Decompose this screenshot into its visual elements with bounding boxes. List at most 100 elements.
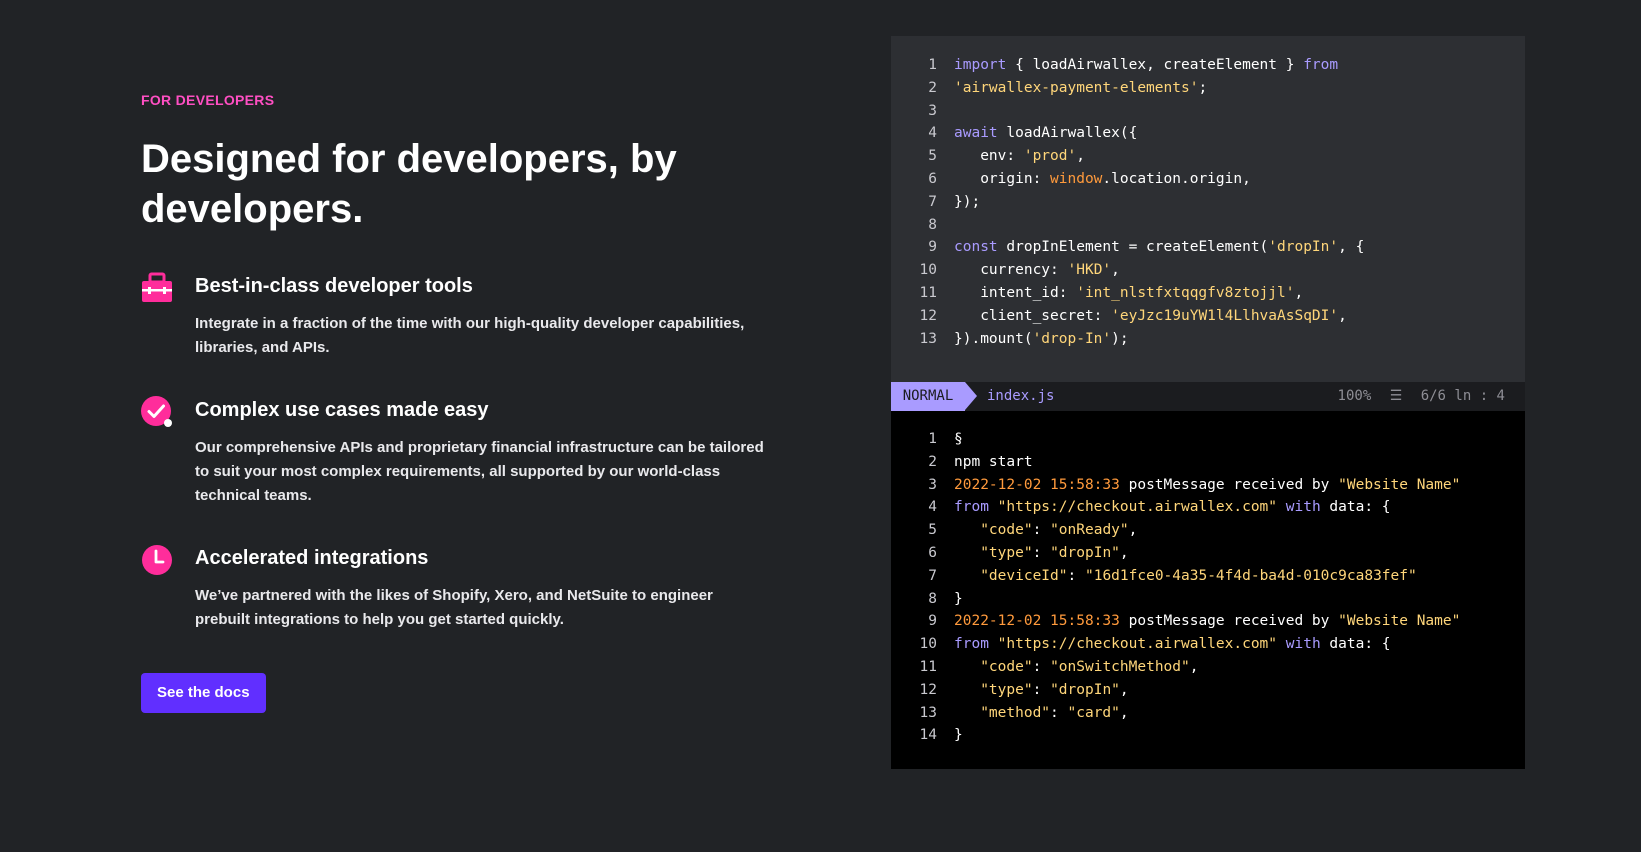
code-token: npm start — [954, 453, 1033, 470]
code-line: 2 'airwallex-payment-elements'; — [891, 77, 1525, 100]
code-token: : — [1032, 681, 1051, 698]
line-number: 10 — [919, 262, 937, 279]
code-token: const — [954, 239, 998, 256]
line-number: 8 — [928, 216, 937, 233]
line-number: 1 — [928, 57, 937, 73]
line-number: 5 — [928, 522, 937, 539]
code-token: with — [1285, 499, 1321, 516]
code-token: "Website Name" — [1338, 613, 1461, 630]
code-line: 9 2022-12-02 15:58:33 postMessage receive… — [891, 610, 1525, 633]
check-circle-icon — [141, 396, 172, 427]
code-line: 12 "type": "dropIn", — [891, 679, 1525, 702]
line-number: 4 — [928, 499, 937, 516]
code-line: 3 2022-12-02 15:58:33 postMessage receive… — [891, 474, 1525, 497]
code-token: , — [1119, 544, 1129, 561]
code-line: 3 — [891, 100, 1525, 123]
code-line: 5 env: 'prod', — [891, 145, 1525, 168]
code-line: 12 client_secret: 'eyJzc19uYW1l4LlhvaAsS… — [891, 305, 1525, 328]
code-token: } — [954, 590, 963, 607]
code-token: "type" — [980, 681, 1033, 698]
feature-title: Best-in-class developer tools — [195, 275, 473, 297]
terminal-pane[interactable]: 1 § 2 npm start 3 2022-12-02 15:58:33 postMes… — [891, 411, 1525, 769]
code-token: "onSwitchMethod" — [1050, 658, 1190, 675]
code-token: : — [1032, 658, 1051, 675]
code-token: , — [1119, 704, 1129, 721]
code-line: 13}).mount('drop-In'); — [891, 328, 1525, 351]
code-token: "deviceId" — [980, 567, 1068, 584]
code-token: "method" — [980, 704, 1051, 721]
line-number: 2 — [928, 79, 937, 96]
code-token: data: { — [1320, 499, 1391, 516]
code-token: dropInElement = createElement( — [997, 239, 1269, 256]
line-number: 7 — [928, 567, 937, 584]
line-number: 3 — [928, 476, 937, 493]
code-token: "https://checkout.airwallex.com" — [997, 499, 1278, 516]
code-line: 4 from "https://checkout.airwallex.com" w… — [891, 496, 1525, 519]
code-token: import — [954, 57, 1007, 73]
code-token: "https://checkout.airwallex.com" — [997, 636, 1278, 653]
code-token: "onReady" — [1050, 522, 1129, 539]
code-token: { loadAirwallex, createElement } — [1006, 57, 1304, 73]
line-number: 6 — [928, 544, 937, 561]
code-token: 'HKD' — [1067, 262, 1112, 279]
code-line: 5 "code": "onReady", — [891, 519, 1525, 542]
code-token: ; — [1198, 79, 1208, 96]
code-token: postMessage received by — [1119, 476, 1339, 493]
code-line: 7 "deviceId": "16d1fce0-4a35-4f4d-ba4d-0… — [891, 565, 1525, 588]
code-token: "code" — [980, 522, 1033, 539]
code-token: 'dropIn' — [1268, 239, 1339, 256]
code-line: 8} — [891, 588, 1525, 611]
code-line: 7}); — [891, 191, 1525, 214]
code-token: , — [1338, 307, 1347, 324]
zoom-level: 100% — [1337, 388, 1372, 404]
code-line: 4 await loadAirwallex({ — [891, 122, 1525, 145]
code-token: : — [1032, 522, 1051, 539]
code-token: intent_id: — [954, 284, 1077, 301]
code-pane[interactable]: 1 import { loadAirwallex, createElement }… — [891, 36, 1525, 382]
line-number: 11 — [919, 284, 937, 301]
page-title: Designed for developers, by developers. — [141, 137, 677, 231]
cursor-position: 6/6 ln : 4 — [1420, 388, 1505, 404]
code-token: , — [1294, 284, 1304, 301]
line-number: 13 — [919, 704, 937, 721]
lines-icon: ☰ — [1389, 388, 1403, 404]
code-token: , — [1076, 148, 1085, 165]
code-line: 11 "code": "onSwitchMethod", — [891, 656, 1525, 679]
see-docs-button[interactable]: See the docs — [141, 673, 266, 713]
line-number: 6 — [928, 170, 937, 187]
line-number: 8 — [928, 590, 937, 607]
code-token: 'int_nlstfxtqqgfv8ztojjl' — [1076, 284, 1295, 301]
code-token: from — [954, 636, 989, 653]
code-token: from — [954, 499, 989, 516]
code-line: 6 origin: window.location.origin, — [891, 168, 1525, 191]
code-token: ); — [1111, 330, 1129, 347]
code-token: , { — [1338, 239, 1365, 256]
line-number: 7 — [928, 193, 937, 210]
line-number: 5 — [928, 148, 937, 165]
code-token: env: — [954, 148, 1024, 165]
line-number: 2 — [928, 453, 937, 470]
code-token: "16d1fce0-4a35-4f4d-ba4d-010c9ca83fef" — [1084, 567, 1417, 584]
code-line: 6 "type": "dropIn", — [891, 542, 1525, 565]
code-line: 11 intent_id: 'int_nlstfxtqqgfv8ztojjl', — [891, 282, 1525, 305]
line-number: 1 — [928, 431, 937, 447]
code-token: from — [1303, 57, 1339, 73]
code-token: data: { — [1320, 636, 1391, 653]
code-token: client_secret: — [954, 307, 1112, 324]
clock-icon — [142, 545, 172, 575]
code-token: "dropIn" — [1050, 681, 1120, 698]
feature-description: We’ve partnered with the likes of Shopif… — [195, 587, 713, 628]
code-token: } — [954, 727, 963, 744]
code-token: : — [1050, 704, 1068, 721]
code-token: "Website Name" — [1338, 476, 1461, 493]
line-number: 10 — [919, 636, 937, 653]
code-token: , — [1119, 681, 1129, 698]
code-token: 'prod' — [1023, 148, 1077, 165]
line-number: 12 — [919, 307, 937, 324]
code-editor: 1 import { loadAirwallex, createElement }… — [891, 36, 1525, 769]
line-number: 13 — [919, 330, 937, 347]
code-token: postMessage received by — [1119, 613, 1339, 630]
